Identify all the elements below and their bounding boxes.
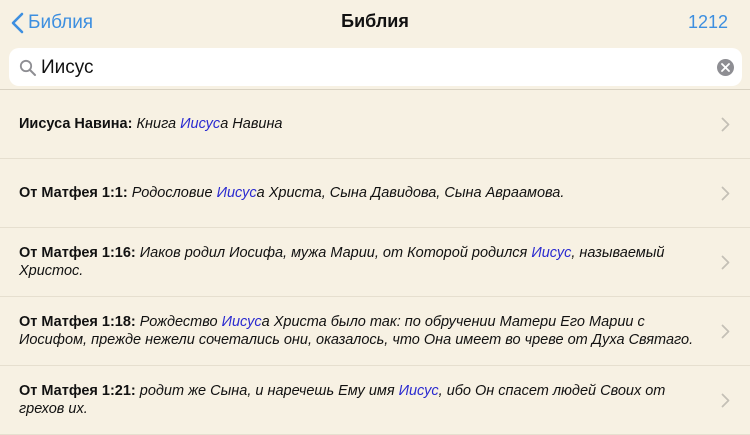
search-highlight: Иисус (531, 245, 572, 261)
verse-text: Родословие Иисуса Христа, Сына Давидова,… (132, 185, 565, 201)
result-text: От Матфея 1:18: Рождество Иисуса Христа … (19, 313, 699, 349)
verse-text-pre: Рождество (139, 314, 222, 330)
verse-reference: Иисуса Навина: (19, 116, 133, 132)
search-bar (9, 48, 742, 86)
search-highlight: Иисус (398, 383, 439, 399)
chevron-right-icon (721, 393, 730, 408)
chevron-right-icon (721, 255, 730, 270)
navigation-bar: Библия Библия 1212 (0, 0, 750, 44)
search-highlight: Иисус (180, 116, 221, 132)
verse-reference: От Матфея 1:16: (19, 245, 136, 261)
clear-search-button[interactable] (717, 59, 734, 76)
result-text: От Матфея 1:21: родит же Сына, и наречеш… (19, 382, 699, 418)
chevron-right-icon (721, 186, 730, 201)
search-input[interactable] (39, 54, 693, 82)
chevron-right-icon (721, 117, 730, 132)
results-list: Иисуса Навина: Книга Иисуса Навина От Ма… (0, 90, 750, 435)
verse-text: Книга Иисуса Навина (136, 116, 282, 132)
verse-text-post: а Христа, Сына Давидова, Сына Авраамова. (256, 185, 565, 201)
verse-reference: От Матфея 1:18: (19, 314, 136, 330)
result-row[interactable]: От Матфея 1:18: Рождество Иисуса Христа … (0, 297, 750, 366)
result-row[interactable]: Иисуса Навина: Книга Иисуса Навина (0, 90, 750, 159)
search-icon (19, 59, 36, 76)
result-text: От Матфея 1:16: Иаков родил Иосифа, мужа… (19, 244, 699, 280)
result-row[interactable]: От Матфея 1:16: Иаков родил Иосифа, мужа… (0, 228, 750, 297)
clear-x-icon (721, 63, 730, 72)
result-count[interactable]: 1212 (688, 12, 728, 33)
verse-text-pre: Родословие (131, 185, 217, 201)
verse-text-pre: Книга (136, 116, 181, 132)
result-row[interactable]: От Матфея 1:21: родит же Сына, и наречеш… (0, 366, 750, 435)
chevron-right-icon (721, 324, 730, 339)
result-text: От Матфея 1:1: Родословие Иисуса Христа,… (19, 184, 699, 202)
verse-text-pre: родит же Сына, и наречешь Ему имя (139, 383, 399, 399)
result-row[interactable]: От Матфея 1:1: Родословие Иисуса Христа,… (0, 159, 750, 228)
verse-text-post: а Навина (220, 116, 283, 132)
search-highlight: Иисус (216, 185, 257, 201)
search-highlight: Иисус (221, 314, 262, 330)
verse-reference: От Матфея 1:21: (19, 383, 136, 399)
verse-text-pre: Иаков родил Иосифа, мужа Марии, от Котор… (139, 245, 532, 261)
result-text: Иисуса Навина: Книга Иисуса Навина (19, 115, 699, 133)
verse-reference: От Матфея 1:1: (19, 185, 128, 201)
page-title: Библия (341, 11, 409, 31)
